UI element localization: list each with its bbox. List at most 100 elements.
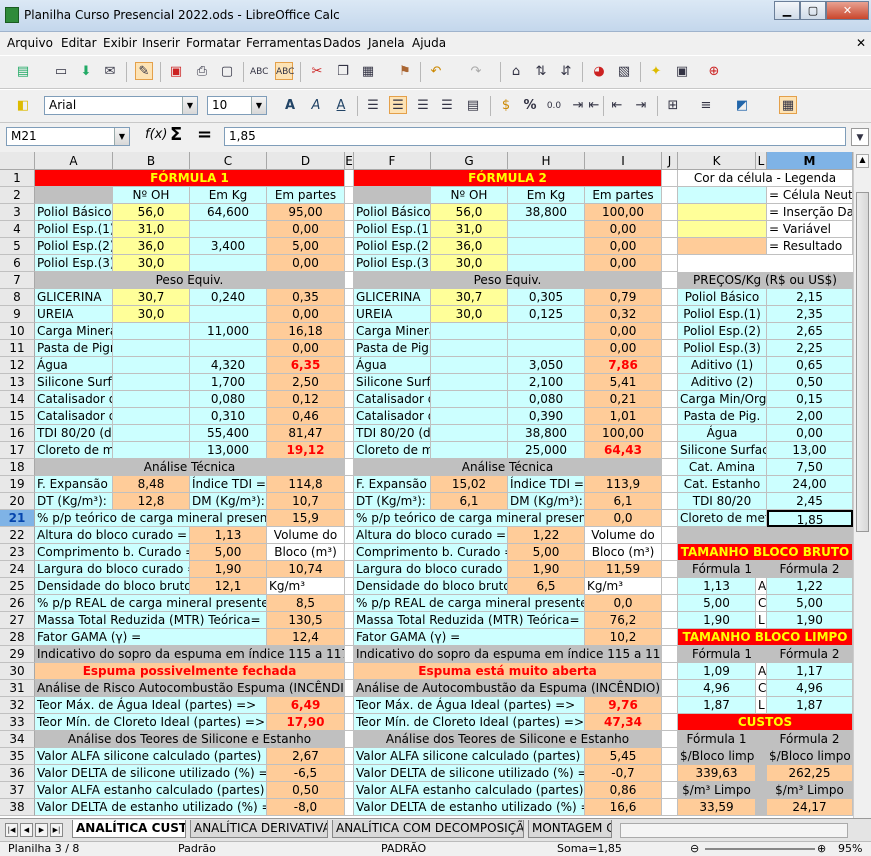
minimize-button[interactable]: ▁ — [774, 1, 800, 20]
merge-cells-icon[interactable]: ▤ — [464, 97, 482, 115]
cell-k33[interactable]: CUSTOS — [678, 714, 853, 731]
cell-f7[interactable] — [354, 272, 431, 289]
cell-e28[interactable] — [345, 629, 354, 646]
currency-icon[interactable]: $ — [497, 97, 515, 115]
row-header-13[interactable]: 13 — [0, 374, 35, 391]
cell-b6[interactable]: 30,0 — [113, 255, 190, 272]
cell-i3[interactable]: 100,00 — [585, 204, 662, 221]
horizontal-scrollbar[interactable] — [620, 823, 848, 838]
cell-b5[interactable]: 36,0 — [113, 238, 190, 255]
row-header-21[interactable]: 21 — [0, 510, 35, 527]
cell-g19[interactable]: 15,02 — [431, 476, 508, 493]
cell-a18[interactable]: Análise Técnica — [35, 459, 345, 476]
cell-a6[interactable]: Poliol Esp.(3) — [35, 255, 113, 272]
cell-e27[interactable] — [345, 612, 354, 629]
cell-b8[interactable]: 30,7 — [113, 289, 190, 306]
cell-g4[interactable]: 31,0 — [431, 221, 508, 238]
cell-e14[interactable] — [345, 391, 354, 408]
cell-c12[interactable]: 4,320 — [190, 357, 267, 374]
column-header-f[interactable]: F — [354, 152, 431, 170]
cell-l37[interactable] — [756, 782, 767, 799]
cell-d13[interactable]: 2,50 — [267, 374, 345, 391]
edit-mode-icon[interactable]: ✎ — [135, 62, 153, 80]
cell-e16[interactable] — [345, 425, 354, 442]
cell-i10[interactable]: 0,00 — [585, 323, 662, 340]
cell-b17[interactable] — [113, 442, 190, 459]
cell-i11[interactable]: 0,00 — [585, 340, 662, 357]
cell-c3[interactable]: 64,600 — [190, 204, 267, 221]
cell-g12[interactable] — [431, 357, 508, 374]
cell-f38[interactable]: Valor DELTA de estanho utilizado (%) => — [354, 799, 585, 816]
clone-formatting-icon[interactable]: ⚑ — [396, 63, 414, 81]
cell-a22[interactable]: Altura do bloco curado = — [35, 527, 190, 544]
row-header-2[interactable]: 2 — [0, 187, 35, 204]
cell-a9[interactable]: UREIA — [35, 306, 113, 323]
cell-k37[interactable]: $/m³ Limpo — [678, 782, 756, 799]
cell-a26[interactable]: % p/p REAL de carga mineral presente — [35, 595, 267, 612]
cell-g16[interactable] — [431, 425, 508, 442]
paste-icon[interactable]: ▦ — [359, 63, 377, 81]
tab-analitica-custo[interactable]: ANALÍTICA CUSTO — [72, 820, 186, 838]
sort-ascending-icon[interactable]: ⇅ — [532, 63, 550, 81]
cell-j15[interactable] — [662, 408, 678, 425]
cell-d10[interactable]: 16,18 — [267, 323, 345, 340]
cell-i2[interactable]: Em partes — [585, 187, 662, 204]
cell-d33[interactable]: 17,90 — [267, 714, 345, 731]
cell-h16[interactable]: 38,800 — [508, 425, 585, 442]
cell-j14[interactable] — [662, 391, 678, 408]
cell-e5[interactable] — [345, 238, 354, 255]
cell-d6[interactable]: 0,00 — [267, 255, 345, 272]
cell-c19[interactable]: Índice TDI = — [190, 476, 267, 493]
cell-d2[interactable]: Em partes — [267, 187, 345, 204]
number-format-icon[interactable]: 0.0 — [545, 97, 563, 115]
cell-a19[interactable]: F. Expansão — [35, 476, 113, 493]
cell-e3[interactable] — [345, 204, 354, 221]
chart-icon[interactable]: ◕ — [590, 63, 608, 81]
row-header-7[interactable]: 7 — [0, 272, 35, 289]
cell-b20[interactable]: 12,8 — [113, 493, 190, 510]
bold-icon[interactable]: A — [281, 97, 299, 115]
cell-j17[interactable] — [662, 442, 678, 459]
cell-i35[interactable]: 5,45 — [585, 748, 662, 765]
cell-k17[interactable]: Silicone Surfac — [678, 442, 767, 459]
cell-f31[interactable]: Análise de Autocombustão da Espuma (INCÊ… — [354, 680, 662, 697]
cell-m12[interactable]: 0,65 — [767, 357, 853, 374]
align-right-icon[interactable]: ☰ — [414, 97, 432, 115]
cell-l36[interactable] — [756, 765, 767, 782]
redo-icon[interactable]: ↷ — [467, 63, 485, 81]
cell-l26[interactable]: C — [756, 595, 767, 612]
cell-a5[interactable]: Poliol Esp.(2) — [35, 238, 113, 255]
print-icon[interactable]: ⎙ — [193, 63, 211, 81]
cell-m21[interactable]: 1,85 — [767, 510, 853, 527]
cell-j36[interactable] — [662, 765, 678, 782]
cell-d14[interactable]: 0,12 — [267, 391, 345, 408]
cell-f6[interactable]: Poliol Esp.(3) — [354, 255, 431, 272]
cell-h24[interactable]: 1,90 — [508, 561, 585, 578]
cell-i32[interactable]: 9,76 — [585, 697, 662, 714]
cell-c8[interactable]: 0,240 — [190, 289, 267, 306]
cell-d15[interactable]: 0,46 — [267, 408, 345, 425]
column-header-c[interactable]: C — [190, 152, 267, 170]
cell-h8[interactable]: 0,305 — [508, 289, 585, 306]
undo-icon[interactable]: ↶ — [427, 63, 445, 81]
cell-f5[interactable]: Poliol Esp.(2) — [354, 238, 431, 255]
cell-a31[interactable]: Análise de Risco Autocombustão Espuma (I… — [35, 680, 345, 697]
cell-a29[interactable]: Indicativo do sopro da espuma em índice … — [35, 646, 345, 663]
cell-a13[interactable]: Silicone Surfactante — [35, 374, 113, 391]
cell-m25[interactable]: 1,22 — [767, 578, 853, 595]
cell-k10[interactable]: Poliol Esp.(2) — [678, 323, 767, 340]
cell-j24[interactable] — [662, 561, 678, 578]
menu-editar[interactable]: Editar — [61, 36, 97, 50]
cell-d35[interactable]: 2,67 — [267, 748, 345, 765]
row-header-23[interactable]: 23 — [0, 544, 35, 561]
cell-f18[interactable]: Análise Técnica — [354, 459, 662, 476]
cell-k14[interactable]: Carga Min/Org — [678, 391, 767, 408]
cell-a38[interactable]: Valor DELTA de estanho utilizado (%) => — [35, 799, 267, 816]
cell-e24[interactable] — [345, 561, 354, 578]
row-header-16[interactable]: 16 — [0, 425, 35, 442]
cell-m13[interactable]: 0,50 — [767, 374, 853, 391]
row-header-10[interactable]: 10 — [0, 323, 35, 340]
hyperlink-icon[interactable]: ⌂ — [507, 63, 525, 81]
print-preview-icon[interactable]: ▢ — [218, 63, 236, 81]
copy-icon[interactable]: ❐ — [334, 63, 352, 81]
